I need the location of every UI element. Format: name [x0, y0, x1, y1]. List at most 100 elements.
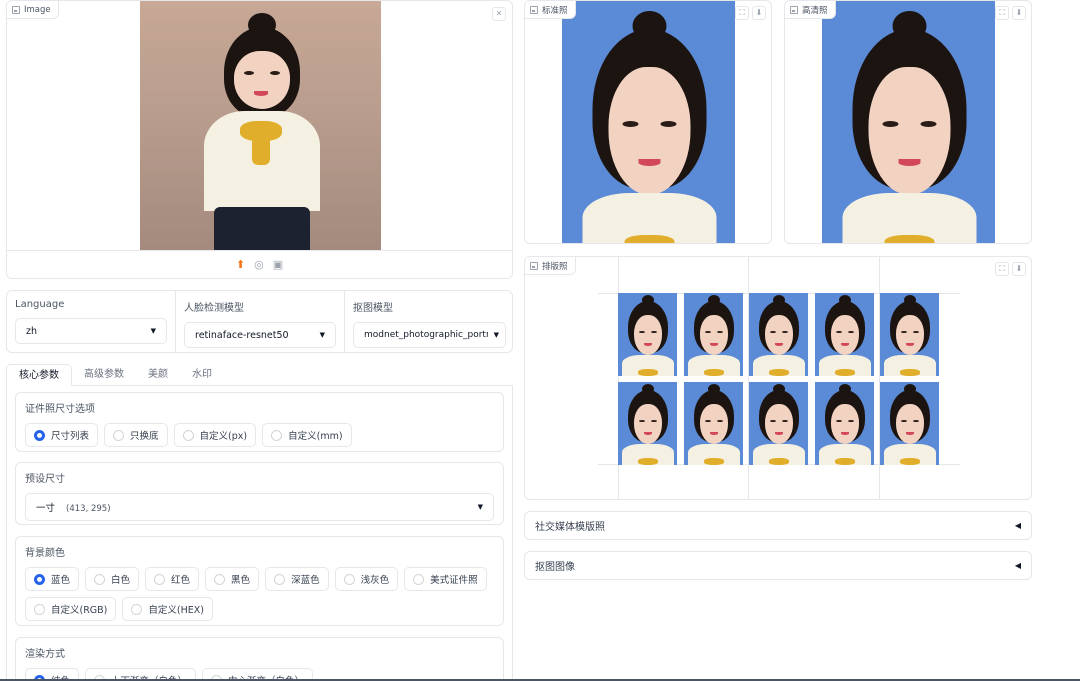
chevron-down-icon: ▼ — [477, 503, 483, 511]
bg-color-option[interactable]: 自定义(RGB) — [25, 597, 117, 621]
social-media-template-label: 社交媒体模版照 — [535, 522, 605, 533]
bg-color-option-label: 自定义(RGB) — [51, 605, 108, 616]
face-detect-field: 人脸检测模型 retinaface-resnet50 ▼ — [176, 291, 345, 352]
radio-icon — [34, 429, 45, 441]
radio-icon — [34, 603, 45, 615]
bg-color-option[interactable]: 黑色 — [205, 567, 260, 591]
standard-photo — [562, 1, 735, 243]
caret-left-icon: ◀ — [1014, 521, 1021, 530]
face-detect-select[interactable]: retinaface-resnet50 ▼ — [184, 322, 336, 348]
image-icon — [790, 5, 798, 14]
matting-select[interactable]: modnet_photographic_portrait ▼ — [353, 322, 506, 348]
preset-size-value-wrap: 一寸 (413, 295) — [36, 500, 111, 514]
radio-icon — [94, 573, 106, 585]
clipboard-icon[interactable]: ▣ — [273, 258, 283, 271]
size-option-label: 尺寸列表 — [51, 431, 90, 442]
layout-photo-cell — [618, 293, 677, 376]
image-icon — [12, 5, 20, 14]
standard-photo-panel: 标准照 ⛶ ⬇ — [524, 0, 772, 244]
render-mode-label: 渲染方式 — [25, 649, 65, 660]
close-icon[interactable]: ✕ — [492, 7, 506, 21]
layout-photo-cell — [880, 382, 939, 465]
bg-color-option-label: 美式证件照 — [430, 575, 478, 586]
matting-label: 抠图模型 — [353, 303, 393, 314]
radio-icon — [34, 573, 45, 585]
hd-photo-tag: 高清照 — [785, 1, 836, 19]
upload-icon[interactable]: ⬆ — [236, 258, 245, 271]
size-option[interactable]: 自定义(px) — [173, 423, 257, 447]
chevron-down-icon: ▼ — [493, 331, 499, 339]
download-icon[interactable]: ⬇ — [752, 6, 766, 20]
face-detect-value: retinaface-resnet50 — [195, 329, 289, 341]
bg-color-option-label: 红色 — [171, 575, 191, 586]
size-options-radios: 尺寸列表 只换底 自定义(px) 自定义(mm) — [25, 423, 494, 447]
fullscreen-icon[interactable]: ⛶ — [995, 6, 1009, 20]
radio-icon — [113, 429, 125, 441]
bg-color-option[interactable]: 红色 — [145, 567, 200, 591]
layout-photo-cell — [749, 382, 808, 465]
tab-core[interactable]: 核心参数 — [6, 364, 72, 386]
bg-color-label: 背景颜色 — [25, 548, 65, 559]
bg-color-option[interactable]: 蓝色 — [25, 567, 80, 591]
bg-color-option-label: 自定义(HEX) — [148, 605, 204, 616]
layout-photo-cell — [814, 293, 874, 376]
bg-color-option[interactable]: 深蓝色 — [265, 567, 329, 591]
param-tabs: 核心参数 高级参数 美颜 水印 — [6, 364, 513, 386]
layout-photo-cell — [814, 382, 874, 465]
fullscreen-icon[interactable]: ⛶ — [735, 6, 749, 20]
source-photo[interactable] — [140, 1, 381, 251]
download-icon[interactable]: ⬇ — [1012, 262, 1026, 276]
chevron-down-icon: ▼ — [319, 331, 325, 339]
hd-photo — [822, 1, 995, 243]
radio-icon — [182, 429, 194, 441]
bg-color-group: 背景颜色 蓝色 白色 红色 黑色 深蓝色 浅灰色 美式证件照自定义(RGB) 自定义(HEX) — [15, 536, 504, 626]
language-field: Language zh ▼ — [7, 291, 176, 352]
preset-size-select[interactable]: 一寸 (413, 295) ▼ — [25, 493, 494, 521]
size-options-group: 证件照尺寸选项 尺寸列表 只换底 自定义(px) 自定义(mm) — [15, 392, 504, 452]
size-option-label: 只换底 — [130, 431, 159, 442]
tab-watermark[interactable]: 水印 — [180, 364, 224, 386]
hd-photo-tag-label: 高清照 — [802, 5, 828, 16]
language-label: Language — [15, 299, 65, 310]
radio-icon — [271, 429, 283, 441]
bg-color-option[interactable]: 白色 — [85, 567, 140, 591]
layout-photo-cell — [749, 293, 808, 376]
bg-color-radios: 蓝色 白色 红色 黑色 深蓝色 浅灰色 美式证件照自定义(RGB) 自定义(HEX) — [25, 567, 494, 621]
layout-photo-cell — [683, 293, 743, 376]
image-tag-label: Image — [24, 4, 51, 15]
layout-photo-tag: 排版照 — [525, 257, 576, 275]
fullscreen-icon[interactable]: ⛶ — [995, 262, 1009, 276]
bg-color-option-label: 深蓝色 — [291, 575, 320, 586]
render-mode-group: 渲染方式 纯色上下渐变（白色）中心渐变（白色） — [15, 637, 504, 681]
bg-color-option[interactable]: 自定义(HEX) — [122, 597, 213, 621]
tab-advanced[interactable]: 高级参数 — [72, 364, 136, 386]
size-option-label: 自定义(mm) — [288, 431, 343, 442]
tab-beauty[interactable]: 美颜 — [136, 364, 180, 386]
layout-photo-cell — [618, 382, 677, 465]
size-option[interactable]: 只换底 — [104, 423, 168, 447]
preset-size-group: 预设尺寸 一寸 (413, 295) ▼ — [15, 462, 504, 525]
preset-size-label: 预设尺寸 — [25, 474, 65, 485]
language-value: zh — [26, 325, 38, 337]
chevron-down-icon: ▼ — [150, 327, 156, 335]
layout-photo-panel: 排版照 ⛶ ⬇ — [524, 256, 1032, 500]
matting-field: 抠图模型 modnet_photographic_portrait ▼ — [345, 291, 512, 352]
radio-icon — [154, 573, 166, 585]
language-select[interactable]: zh ▼ — [15, 318, 167, 344]
download-icon[interactable]: ⬇ — [1012, 6, 1026, 20]
matting-image-accordion[interactable]: 抠图图像 ◀ — [524, 551, 1032, 580]
bg-color-option[interactable]: 美式证件照 — [404, 567, 487, 591]
radio-icon — [413, 573, 425, 585]
social-media-template-accordion[interactable]: 社交媒体模版照 ◀ — [524, 511, 1032, 540]
bg-color-option[interactable]: 浅灰色 — [334, 567, 399, 591]
upload-toolbar: ⬆ ◎ ▣ — [7, 250, 512, 278]
caret-left-icon: ◀ — [1014, 561, 1021, 570]
webcam-icon[interactable]: ◎ — [254, 258, 264, 271]
radio-icon — [343, 573, 355, 585]
bg-color-option-label: 浅灰色 — [360, 575, 390, 586]
image-tag: Image — [7, 1, 59, 19]
size-option[interactable]: 尺寸列表 — [25, 423, 99, 447]
layout-photo-cell — [880, 293, 939, 376]
size-option[interactable]: 自定义(mm) — [262, 423, 352, 447]
hd-photo-panel: 高清照 ⛶ ⬇ — [784, 0, 1032, 244]
